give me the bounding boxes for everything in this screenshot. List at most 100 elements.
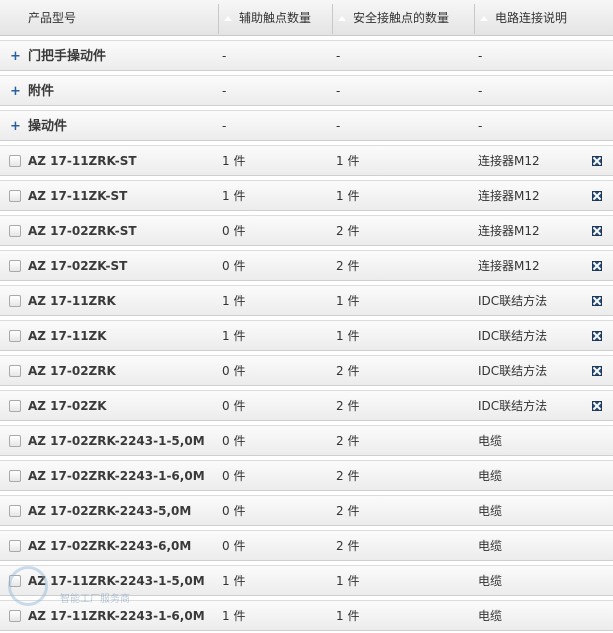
- row-checkbox[interactable]: [9, 225, 21, 237]
- row-checkbox[interactable]: [9, 610, 21, 622]
- product-name[interactable]: AZ 17-11ZRK: [28, 286, 116, 317]
- product-name[interactable]: AZ 17-02ZRK-2243-6,0M: [28, 531, 191, 562]
- product-name[interactable]: AZ 17-11ZRK-2243-1-6,0M: [28, 601, 205, 632]
- cell-conn: 连接器M12: [478, 224, 540, 238]
- product-name[interactable]: AZ 17-11ZK-ST: [28, 181, 127, 212]
- cell-conn: 电缆: [478, 574, 503, 588]
- close-icon[interactable]: [592, 366, 602, 376]
- table-row[interactable]: AZ 17-11ZK-ST 1 件 1 件 连接器M12: [0, 180, 613, 211]
- cell-safe: 1 件: [336, 609, 360, 623]
- row-checkbox[interactable]: [9, 190, 21, 202]
- sort-arrow-icon: [338, 16, 346, 21]
- table-header: 产品型号 辅助触点数量 安全接触点的数量 电路连接说明: [0, 0, 613, 36]
- product-name[interactable]: AZ 17-11ZRK-ST: [28, 146, 137, 177]
- group-name[interactable]: 附件: [28, 76, 54, 107]
- close-icon[interactable]: [592, 191, 602, 201]
- header-divider: [218, 4, 219, 34]
- row-checkbox[interactable]: [9, 155, 21, 167]
- product-name[interactable]: AZ 17-02ZK: [28, 391, 107, 422]
- table-row[interactable]: AZ 17-02ZRK-2243-5,0M 0 件 2 件 电缆: [0, 495, 613, 526]
- table-row[interactable]: AZ 17-02ZRK-2243-1-6,0M 0 件 2 件 电缆: [0, 460, 613, 491]
- cell-aux: 0 件: [222, 259, 246, 273]
- group-name[interactable]: 操动件: [28, 111, 67, 142]
- cell-aux: 1 件: [222, 329, 246, 343]
- cell-safe: 2 件: [336, 224, 360, 238]
- table-row[interactable]: AZ 17-11ZRK-2243-1-6,0M 1 件 1 件 电缆: [0, 600, 613, 631]
- product-name[interactable]: AZ 17-11ZRK-2243-1-5,0M: [28, 566, 205, 597]
- close-icon[interactable]: [592, 296, 602, 306]
- row-checkbox[interactable]: [9, 400, 21, 412]
- row-checkbox[interactable]: [9, 470, 21, 482]
- cell-aux: 0 件: [222, 504, 246, 518]
- table-row[interactable]: AZ 17-02ZRK-ST 0 件 2 件 连接器M12: [0, 215, 613, 246]
- product-name[interactable]: AZ 17-11ZK: [28, 321, 107, 352]
- table-row[interactable]: AZ 17-02ZRK-2243-1-5,0M 0 件 2 件 电缆: [0, 425, 613, 456]
- group-row[interactable]: + 操动件 - - -: [0, 110, 613, 141]
- product-name[interactable]: AZ 17-02ZRK-ST: [28, 216, 137, 247]
- table-row[interactable]: AZ 17-11ZRK 1 件 1 件 IDC联结方法: [0, 285, 613, 316]
- row-checkbox[interactable]: [9, 540, 21, 552]
- product-name[interactable]: AZ 17-02ZRK-2243-5,0M: [28, 496, 191, 527]
- cell-aux: -: [222, 119, 227, 133]
- cell-aux: 1 件: [222, 609, 246, 623]
- header-safety-label: 安全接触点的数量: [353, 11, 450, 25]
- product-name[interactable]: AZ 17-02ZRK-2243-1-5,0M: [28, 426, 205, 457]
- cell-safe: 2 件: [336, 539, 360, 553]
- expand-icon[interactable]: +: [10, 41, 21, 72]
- cell-aux: 1 件: [222, 189, 246, 203]
- product-name[interactable]: AZ 17-02ZRK-2243-1-6,0M: [28, 461, 205, 492]
- cell-safe: 2 件: [336, 364, 360, 378]
- cell-aux: 1 件: [222, 574, 246, 588]
- close-icon[interactable]: [592, 156, 602, 166]
- close-icon[interactable]: [592, 401, 602, 411]
- row-checkbox[interactable]: [9, 575, 21, 587]
- cell-aux: 0 件: [222, 469, 246, 483]
- cell-conn: IDC联结方法: [478, 364, 548, 378]
- table-row[interactable]: AZ 17-02ZRK-2243-6,0M 0 件 2 件 电缆: [0, 530, 613, 561]
- header-product-model[interactable]: 产品型号: [28, 0, 76, 36]
- cell-conn: -: [478, 84, 483, 98]
- table-row[interactable]: AZ 17-02ZK 0 件 2 件 IDC联结方法: [0, 390, 613, 421]
- cell-aux: -: [222, 49, 227, 63]
- sort-arrow-icon: [224, 16, 232, 21]
- cell-safe: -: [336, 49, 341, 63]
- group-row[interactable]: + 附件 - - -: [0, 75, 613, 106]
- cell-safe: -: [336, 84, 341, 98]
- row-checkbox[interactable]: [9, 435, 21, 447]
- header-safety-contacts[interactable]: 安全接触点的数量: [338, 0, 449, 36]
- table-row[interactable]: AZ 17-11ZRK-2243-1-5,0M 1 件 1 件 电缆: [0, 565, 613, 596]
- cell-aux: 0 件: [222, 434, 246, 448]
- expand-icon[interactable]: +: [10, 76, 21, 107]
- product-name[interactable]: AZ 17-02ZRK: [28, 356, 116, 387]
- group-row[interactable]: + 门把手操动件 - - -: [0, 40, 613, 71]
- cell-safe: 1 件: [336, 294, 360, 308]
- cell-conn: 连接器M12: [478, 189, 540, 203]
- expand-icon[interactable]: +: [10, 111, 21, 142]
- cell-conn: -: [478, 49, 483, 63]
- cell-conn: 电缆: [478, 609, 503, 623]
- header-circuit-connection[interactable]: 电路连接说明: [480, 0, 567, 36]
- header-connection-label: 电路连接说明: [495, 11, 568, 25]
- cell-conn: 连接器M12: [478, 154, 540, 168]
- group-name[interactable]: 门把手操动件: [28, 41, 106, 72]
- row-checkbox[interactable]: [9, 505, 21, 517]
- row-checkbox[interactable]: [9, 330, 21, 342]
- row-checkbox[interactable]: [9, 260, 21, 272]
- cell-aux: 0 件: [222, 364, 246, 378]
- row-checkbox[interactable]: [9, 365, 21, 377]
- cell-safe: 2 件: [336, 259, 360, 273]
- cell-safe: 1 件: [336, 189, 360, 203]
- close-icon[interactable]: [592, 226, 602, 236]
- product-name[interactable]: AZ 17-02ZK-ST: [28, 251, 127, 282]
- cell-conn: IDC联结方法: [478, 399, 548, 413]
- table-row[interactable]: AZ 17-11ZK 1 件 1 件 IDC联结方法: [0, 320, 613, 351]
- cell-conn: IDC联结方法: [478, 294, 548, 308]
- row-checkbox[interactable]: [9, 295, 21, 307]
- close-icon[interactable]: [592, 261, 602, 271]
- table-row[interactable]: AZ 17-11ZRK-ST 1 件 1 件 连接器M12: [0, 145, 613, 176]
- close-icon[interactable]: [592, 331, 602, 341]
- cell-safe: -: [336, 119, 341, 133]
- header-aux-contacts[interactable]: 辅助触点数量: [224, 0, 311, 36]
- table-row[interactable]: AZ 17-02ZK-ST 0 件 2 件 连接器M12: [0, 250, 613, 281]
- table-row[interactable]: AZ 17-02ZRK 0 件 2 件 IDC联结方法: [0, 355, 613, 386]
